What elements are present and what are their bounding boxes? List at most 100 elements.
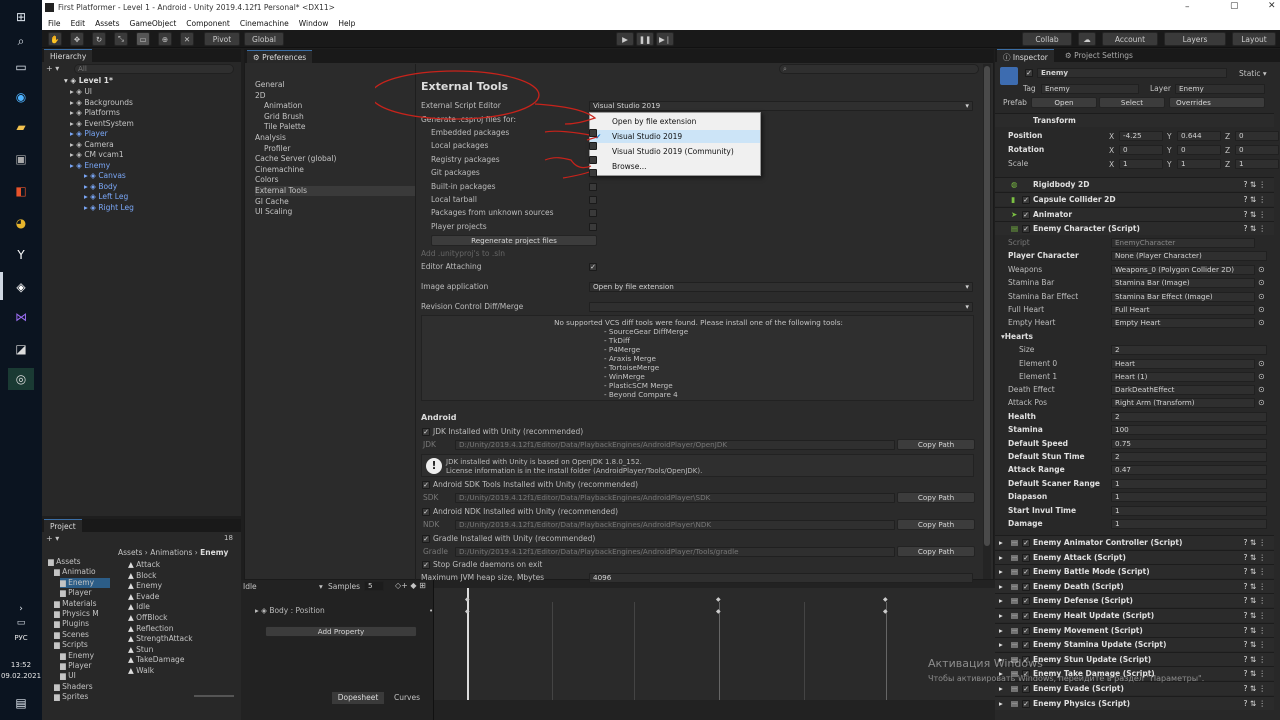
unity-hub-icon[interactable]: ◪ (8, 338, 34, 360)
keyframe-marker[interactable]: ◆ (716, 608, 721, 615)
hierarchy-item[interactable]: ▸ ◈ Backgrounds (70, 98, 133, 108)
breadcrumb-enemy[interactable]: Enemy (200, 548, 228, 557)
script-component-header[interactable]: ▸ ▤ ✓ Enemy Defense (Script) ? ⇅ ⋮ (995, 593, 1274, 608)
nav-item-gi-cache[interactable]: GI Cache (255, 197, 415, 207)
keyframe-marker[interactable]: ◆ (716, 596, 721, 603)
hearts-field-value[interactable]: 2 (1111, 345, 1267, 356)
folder-item[interactable]: ▆ Player (60, 661, 110, 671)
field-value[interactable]: 2 (1111, 411, 1267, 422)
heap-input[interactable]: 4096 (589, 573, 973, 583)
component-enabled-checkbox[interactable]: ✓ (1022, 582, 1030, 591)
component-enabled-checkbox[interactable]: ✓ (1022, 699, 1030, 708)
menu-gameobject[interactable]: GameObject (130, 19, 177, 28)
zoom-slider[interactable] (194, 695, 234, 697)
package-checkbox[interactable] (589, 182, 597, 191)
office-icon[interactable]: ◧ (8, 180, 34, 202)
field-value[interactable]: Empty Heart (1111, 318, 1255, 329)
windows-start-icon[interactable]: ⊞ (8, 6, 34, 28)
field-value[interactable]: 1 (1111, 492, 1267, 503)
component-header[interactable]: ▮ ✓ Capsule Collider 2D ? ⇅ ⋮ (995, 191, 1274, 206)
object-name-input[interactable]: Enemy (1037, 68, 1227, 78)
pause-icon[interactable]: ❚❚ (636, 32, 654, 46)
component-enabled-checkbox[interactable]: ✓ (1022, 612, 1030, 620)
keyframe-marker[interactable]: ◆ (883, 596, 888, 603)
hierarchy-item[interactable]: ▸ ◈ UI (70, 87, 92, 97)
component-menu-icon[interactable]: ? ⇅ ⋮ (1243, 222, 1266, 235)
component-menu-icon[interactable]: ? ⇅ ⋮ (1243, 178, 1266, 191)
animation-file-item[interactable]: ▲ Idle (128, 602, 150, 612)
close-icon[interactable]: ✕ (1268, 1, 1276, 11)
field-value[interactable]: None (Player Character) (1111, 251, 1267, 262)
object-picker-icon[interactable]: ⊙ (1258, 385, 1265, 394)
component-enabled-checkbox[interactable]: ✓ (1022, 568, 1030, 577)
hierarchy-item[interactable]: ▸ ◈ Canvas (84, 171, 126, 181)
component-header[interactable]: ➤ ✓ Animator ? ⇅ ⋮ (995, 206, 1274, 221)
menu-window[interactable]: Window (299, 19, 329, 28)
tab-dopesheet[interactable]: Dopesheet (332, 692, 384, 704)
transform-rot-z-input[interactable]: 0 (1235, 145, 1279, 155)
menu-edit[interactable]: Edit (71, 19, 86, 28)
notifications-icon[interactable]: ▤ (8, 692, 34, 714)
object-picker-icon[interactable]: ⊙ (1258, 359, 1265, 368)
yandex-icon[interactable]: Y (8, 244, 34, 266)
account-button[interactable]: Account (1102, 32, 1158, 46)
visual-studio-icon[interactable]: ⋈ (8, 306, 34, 328)
animation-file-item[interactable]: ▲ Stun (128, 645, 153, 655)
script-component-header[interactable]: ▸ ▤ ✓ Enemy Healt Update (Script) ? ⇅ ⋮ (995, 608, 1274, 622)
gradle-checkbox[interactable]: ✓ (422, 535, 430, 543)
animation-file-item[interactable]: ▲ Block (128, 571, 156, 581)
component-menu-icon[interactable]: ? ⇅ ⋮ (1243, 536, 1266, 549)
folder-item[interactable]: ▆ UI (60, 671, 110, 681)
clock-date[interactable]: 09.02.2021 (0, 672, 42, 680)
object-picker-icon[interactable]: ⊙ (1258, 305, 1265, 314)
component-header[interactable]: ◍ Rigidbody 2D ? ⇅ ⋮ (995, 177, 1274, 191)
transform-scl-z-input[interactable]: 1 (1235, 159, 1279, 169)
hierarchy-item[interactable]: ▸ ◈ CM vcam1 (70, 150, 124, 160)
animation-file-item[interactable]: ▲ Evade (128, 592, 159, 602)
prefab-select-button[interactable]: Select (1099, 97, 1165, 108)
script-component-header[interactable]: ▸ ▤ ✓ Enemy Animator Controller (Script) ? ⇅… (995, 535, 1274, 549)
folder-item[interactable]: ▆ Physics M (54, 609, 110, 619)
transform-pos-z-input[interactable]: 0 (1235, 131, 1279, 141)
hierarchy-item[interactable]: ▸ ◈ Player (70, 129, 108, 139)
unity-icon[interactable]: ◈ (8, 276, 34, 298)
hierarchy-item[interactable]: ▸ ◈ Left Leg (84, 192, 128, 202)
field-value[interactable]: DarkDeathEffect (1111, 385, 1255, 395)
transform-scl-x-input[interactable]: 1 (1119, 159, 1163, 169)
object-picker-icon[interactable]: ⊙ (1258, 292, 1265, 301)
component-enabled-checkbox[interactable]: ✓ (1022, 210, 1030, 219)
preferences-scrollbar[interactable] (983, 64, 991, 579)
menu-help[interactable]: Help (338, 19, 355, 28)
transform-header[interactable]: Transform (995, 113, 1274, 127)
component-enabled-checkbox[interactable]: ✓ (1022, 641, 1030, 650)
object-picker-icon[interactable]: ⊙ (1258, 278, 1265, 287)
component-menu-icon[interactable]: ? ⇅ ⋮ (1243, 609, 1266, 622)
component-menu-icon[interactable]: ? ⇅ ⋮ (1243, 551, 1266, 564)
hierarchy-item[interactable]: ▸ ◈ Right Leg (84, 203, 134, 213)
keyframe-marker[interactable]: ◆ (883, 608, 888, 615)
add-property-button[interactable]: Add Property (265, 626, 417, 637)
component-menu-icon[interactable]: ? ⇅ ⋮ (1243, 697, 1266, 710)
sdk-checkbox[interactable]: ✓ (422, 481, 430, 489)
folder-item[interactable]: ▆ Materials (54, 599, 110, 609)
breadcrumb-assets[interactable]: Assets (118, 548, 142, 557)
preferences-search-input[interactable]: ⌕ (779, 64, 979, 74)
edge-icon[interactable]: ◉ (8, 86, 34, 108)
component-menu-icon[interactable]: ? ⇅ ⋮ (1243, 565, 1266, 578)
search-icon[interactable]: ⌕ (8, 30, 34, 52)
component-menu-icon[interactable]: ? ⇅ ⋮ (1243, 580, 1266, 593)
folder-item[interactable]: ▆ Player (60, 588, 110, 598)
collab-button[interactable]: Collab (1022, 32, 1072, 46)
animation-file-item[interactable]: ▲ StrengthAttack (128, 634, 193, 644)
tab-preferences[interactable]: ⚙ Preferences (247, 50, 313, 63)
breadcrumb-animations[interactable]: Animations (150, 548, 192, 557)
component-header[interactable]: ▤ ✓ Enemy Character (Script) ? ⇅ ⋮ (995, 221, 1274, 236)
folder-item[interactable]: ▆ Animatio (54, 567, 110, 577)
hierarchy-item[interactable]: ▸ ◈ Body (84, 182, 117, 192)
editor-attaching-checkbox[interactable]: ✓ (589, 263, 597, 271)
package-checkbox[interactable] (589, 142, 597, 151)
layers-button[interactable]: Layers (1164, 32, 1226, 46)
component-menu-icon[interactable]: ? ⇅ ⋮ (1243, 682, 1266, 695)
field-value[interactable]: 2 (1111, 452, 1267, 462)
hierarchy-item[interactable]: ▸ ◈ Camera (70, 140, 114, 150)
